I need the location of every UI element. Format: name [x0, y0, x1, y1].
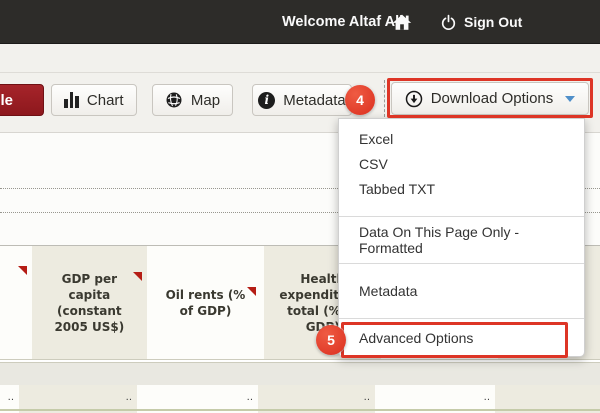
- menu-item-label: Excel: [359, 131, 393, 147]
- map-view-button[interactable]: Map: [152, 84, 233, 116]
- table-subheader-band: [0, 363, 600, 385]
- menu-item-data-on-this-page[interactable]: Data On This Page Only - Formatted: [339, 217, 584, 263]
- metadata-view-button[interactable]: i Metadata: [252, 84, 352, 116]
- table-view-button[interactable]: Table: [0, 84, 44, 116]
- menu-item-excel[interactable]: Excel: [339, 126, 584, 151]
- annotation-step-badge: 4: [345, 85, 375, 115]
- table-cell: ..: [19, 385, 137, 409]
- menu-item-label: Tabbed TXT: [359, 181, 435, 197]
- sign-out-label: Sign Out: [464, 14, 522, 30]
- chart-view-label: Chart: [87, 92, 124, 109]
- menu-item-tabbed-txt[interactable]: Tabbed TXT: [339, 176, 584, 202]
- toolbar-top-divider: [0, 72, 600, 73]
- column-header-label: GDP per capita (constant 2005 US$): [48, 271, 131, 335]
- annotation-step-number: 5: [327, 332, 335, 348]
- menu-item-csv[interactable]: CSV: [339, 151, 584, 176]
- table-view-label: Table: [0, 92, 13, 109]
- info-icon: i: [258, 92, 275, 109]
- home-icon[interactable]: [391, 11, 413, 33]
- column-header-oil-rents[interactable]: Oil rents (% of GDP): [147, 246, 265, 359]
- bar-chart-icon: [64, 92, 79, 108]
- databank-screen: Welcome Altaf Ali Sign Out Table Chart: [0, 0, 600, 413]
- red-corner-marker-icon: [18, 266, 27, 275]
- red-corner-marker-icon: [133, 272, 142, 281]
- menu-item-label: CSV: [359, 156, 388, 172]
- top-navigation-bar: Welcome Altaf Ali Sign Out: [0, 0, 600, 44]
- table-cell: [495, 385, 600, 409]
- menu-item-metadata[interactable]: Metadata: [339, 264, 584, 318]
- table-row: .. .. .. .. ..: [0, 385, 600, 409]
- table-cell: ..: [137, 385, 258, 409]
- menu-item-label: Metadata: [359, 283, 417, 299]
- globe-icon: [165, 91, 183, 109]
- annotation-rect-download-options: [387, 78, 593, 118]
- table-cell: ..: [0, 385, 19, 409]
- metadata-view-label: Metadata: [283, 92, 346, 109]
- red-corner-marker-icon: [247, 287, 256, 296]
- welcome-user-label: Welcome Altaf Ali: [282, 0, 403, 44]
- annotation-step-badge: 5: [316, 325, 346, 355]
- map-view-label: Map: [191, 92, 220, 109]
- column-header-cutoff[interactable]: [0, 246, 32, 359]
- table-cell: ..: [375, 385, 495, 409]
- toolbar-dashed-separator: [384, 80, 385, 117]
- sign-out-button[interactable]: Sign Out: [440, 0, 522, 44]
- chart-view-button[interactable]: Chart: [51, 84, 137, 116]
- annotation-step-number: 4: [356, 92, 364, 108]
- table-cell: ..: [258, 385, 375, 409]
- menu-item-label: Data On This Page Only - Formatted: [359, 224, 584, 256]
- power-icon: [440, 14, 457, 31]
- annotation-rect-advanced-options: [341, 322, 568, 358]
- column-header-gdp-per-capita[interactable]: GDP per capita (constant 2005 US$): [32, 246, 147, 359]
- column-header-label: Oil rents (% of GDP): [163, 287, 249, 319]
